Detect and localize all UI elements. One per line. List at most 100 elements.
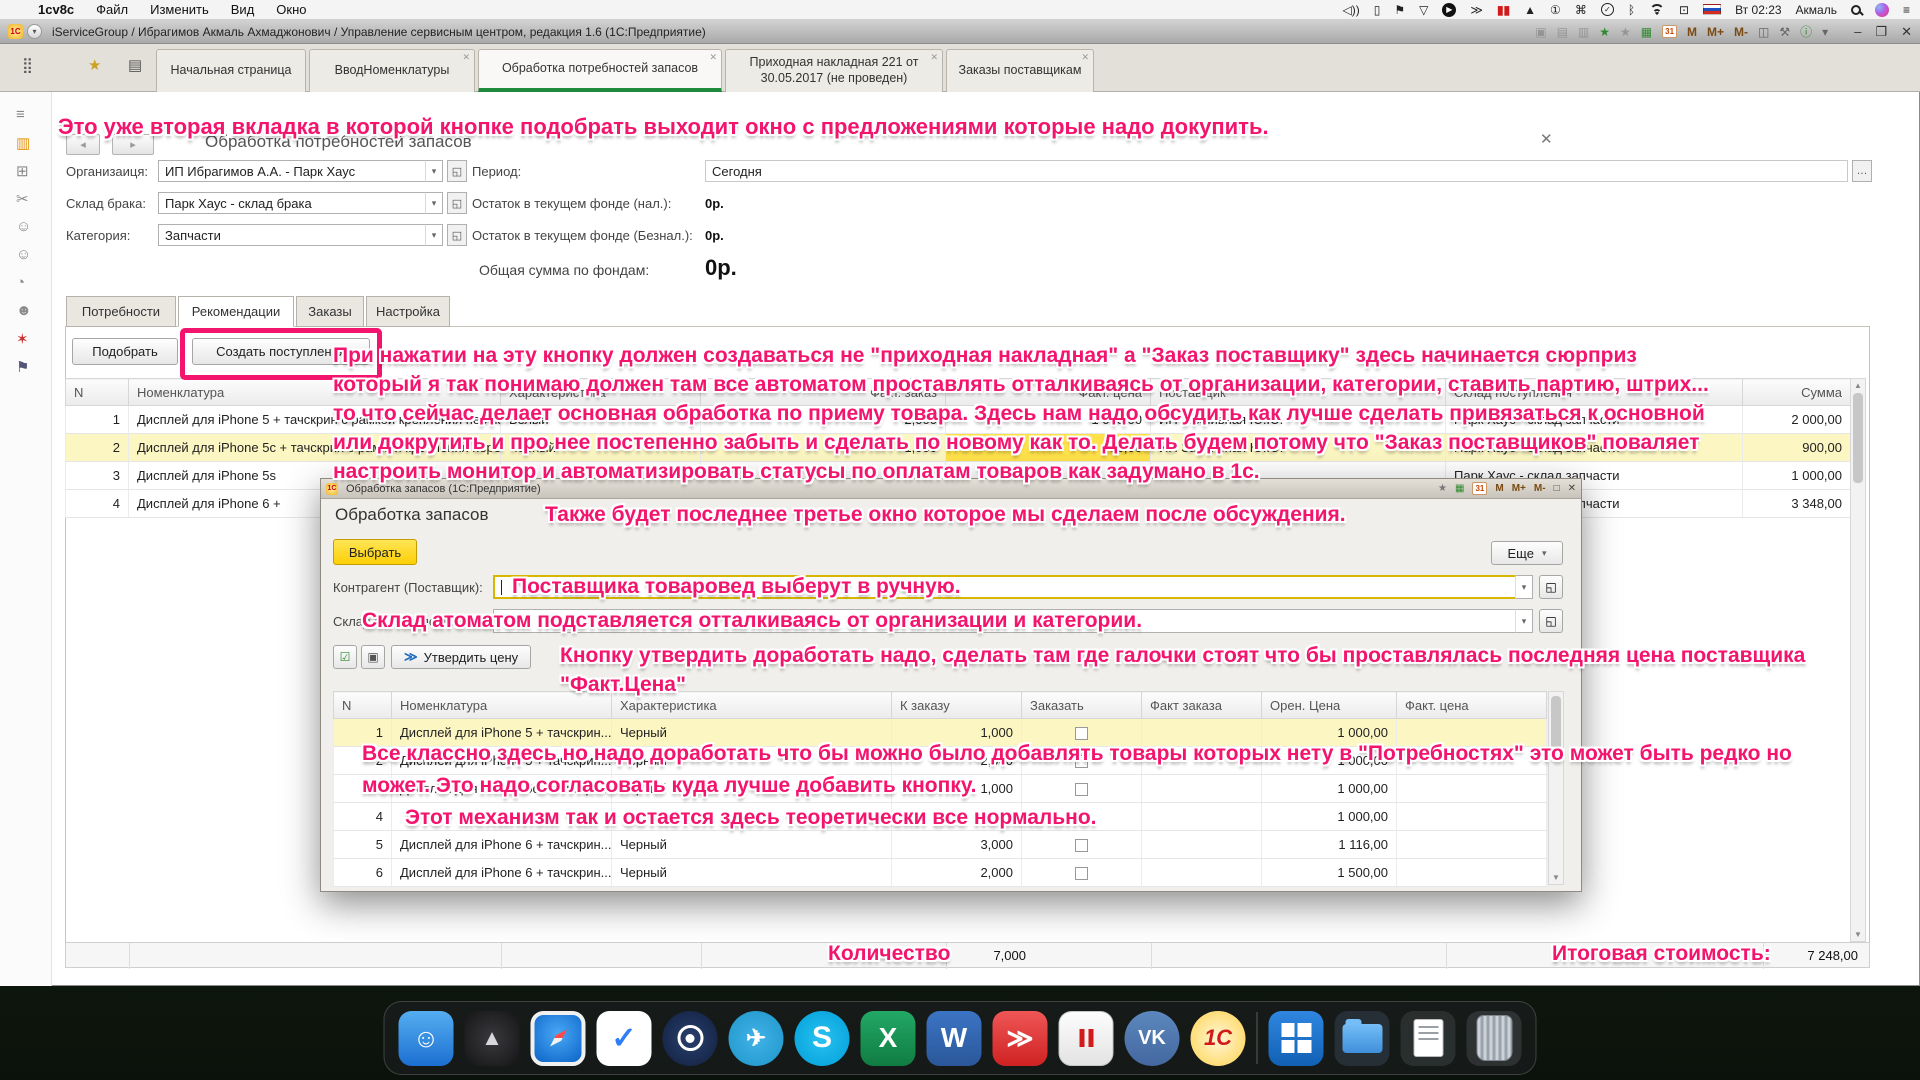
tab-close-icon[interactable]: ✕ xyxy=(709,52,717,63)
info-icon[interactable]: ⓘ xyxy=(1800,23,1812,40)
menu-app-name[interactable]: 1cv8c xyxy=(38,2,74,17)
dock-safari-icon[interactable] xyxy=(531,1011,586,1066)
dialog-maximize-button[interactable]: □ xyxy=(1554,483,1560,494)
period-more-button[interactable]: … xyxy=(1852,160,1872,182)
dock-reader-app-icon[interactable]: ≫ xyxy=(993,1011,1048,1066)
menu-view[interactable]: Вид xyxy=(231,2,255,17)
dock-1c-icon[interactable]: 1С xyxy=(1191,1011,1246,1066)
dock-1password-icon[interactable] xyxy=(663,1011,718,1066)
dialog-mplus-button[interactable]: M+ xyxy=(1512,483,1526,494)
dock-finder-icon[interactable]: ☺ xyxy=(399,1011,454,1066)
dock-excel-icon[interactable]: X xyxy=(861,1011,916,1066)
check-all-icon[interactable]: ☑ xyxy=(333,645,357,669)
menu-file[interactable]: Файл xyxy=(96,2,128,17)
tab-needs[interactable]: Потребности xyxy=(66,296,176,327)
apps-grid-icon[interactable]: ⣿ xyxy=(22,56,33,74)
cell-order-checkbox[interactable] xyxy=(1022,859,1142,887)
warehouse-receipt-dropdown-icon[interactable]: ▾ xyxy=(1515,609,1533,633)
volume-icon[interactable]: ◁)) xyxy=(1343,4,1360,16)
chevron-down-icon[interactable]: ▽ xyxy=(1419,4,1428,16)
col-oren-price[interactable]: Орен. Цена xyxy=(1262,692,1397,719)
approve-price-button[interactable]: ≫ Утвердить цену xyxy=(391,645,531,669)
dock-skype-icon[interactable]: S xyxy=(795,1011,850,1066)
org-field[interactable]: ИП Ибрагимов А.А. - Парк Хаус xyxy=(158,160,426,182)
col-n[interactable]: N xyxy=(334,692,392,719)
tab-close-icon[interactable]: ✕ xyxy=(1081,52,1089,63)
history-clipboard-icon[interactable]: ▤ xyxy=(128,56,142,74)
col-order-check[interactable]: Заказать xyxy=(1022,692,1142,719)
menu-hamburger-icon[interactable]: ≡ xyxy=(16,106,25,123)
tab-close-icon[interactable]: ✕ xyxy=(930,52,938,63)
dialog-close-button[interactable]: ✕ xyxy=(1568,483,1576,494)
grid-list-icon[interactable]: ⊞ xyxy=(16,162,29,180)
double-chevron-icon[interactable]: ≫ xyxy=(1470,4,1483,16)
device-icon[interactable]: ▯ xyxy=(1374,4,1381,16)
memory-mplus-button[interactable]: M+ xyxy=(1707,25,1724,39)
contragent-dropdown-icon[interactable]: ▾ xyxy=(1515,575,1533,599)
dock-presentation-app-icon[interactable] xyxy=(1059,1011,1114,1066)
dock-windows-app-icon[interactable] xyxy=(1269,1011,1324,1066)
basket-icon[interactable]: ▥ xyxy=(16,134,30,152)
col-n[interactable]: N xyxy=(66,379,129,406)
minimize-button[interactable]: – xyxy=(1854,24,1861,40)
calculator-icon[interactable]: ▦ xyxy=(1641,25,1652,39)
col-to-order[interactable]: К заказу xyxy=(892,692,1022,719)
tools-icon[interactable]: ✂ xyxy=(16,190,29,208)
pie-circle-icon[interactable]: ◔ xyxy=(16,274,25,291)
table-row[interactable]: 6 Дисплей для iPhone 6 + тачскрин... Чер… xyxy=(334,859,1547,887)
dock-word-icon[interactable]: W xyxy=(927,1011,982,1066)
print-icon[interactable]: ▤ xyxy=(1557,25,1568,39)
titlebar-dropdown-icon[interactable]: ▾ xyxy=(27,24,42,39)
dock-vk-icon[interactable]: VK xyxy=(1125,1011,1180,1066)
save-icon[interactable]: ▣ xyxy=(1535,25,1546,39)
warehouse-dropdown-icon[interactable]: ▾ xyxy=(425,192,443,214)
siri-icon[interactable] xyxy=(1875,3,1889,17)
warehouse-open-icon[interactable]: ◱ xyxy=(447,192,467,214)
menu-edit[interactable]: Изменить xyxy=(150,2,209,17)
check-circle-icon[interactable]: ✓ xyxy=(1601,3,1614,16)
pick-button[interactable]: Подобрать xyxy=(72,338,178,365)
drive-icon[interactable]: ▲ xyxy=(1524,4,1536,16)
spotlight-search-icon[interactable] xyxy=(1851,5,1861,15)
category-dropdown-icon[interactable]: ▾ xyxy=(425,224,443,246)
split-window-icon[interactable]: ◫ xyxy=(1758,25,1769,39)
restore-button[interactable]: ❐ xyxy=(1875,24,1887,40)
dialog-calculator-icon[interactable]: ▦ xyxy=(1455,483,1464,494)
defect-warehouse-field[interactable]: Парк Хаус - склад брака xyxy=(158,192,426,214)
contragent-open-icon[interactable]: ◱ xyxy=(1539,575,1563,599)
dialog-m-button[interactable]: M xyxy=(1495,483,1503,494)
tab-stock-needs[interactable]: Обработка потребностей запасов ✕ xyxy=(478,49,722,92)
dock-telegram-icon[interactable]: ✈ xyxy=(729,1011,784,1066)
settings-wrench-icon[interactable]: ⚒ xyxy=(1779,25,1790,39)
tab-close-icon[interactable]: ✕ xyxy=(462,52,470,63)
tab-recommendations[interactable]: Рекомендации xyxy=(178,296,294,327)
favorites-icon[interactable]: ★ xyxy=(1620,25,1631,39)
select-button[interactable]: Выбрать xyxy=(333,539,417,565)
bluetooth-icon[interactable]: ᛒ xyxy=(1628,4,1635,16)
info-dropdown-icon[interactable]: ▾ xyxy=(1822,25,1828,39)
close-window-button[interactable]: ✕ xyxy=(1901,24,1912,40)
add-favorite-icon[interactable]: ★ xyxy=(1599,25,1610,39)
dock-folder-icon[interactable] xyxy=(1335,1011,1390,1066)
pause-icon[interactable]: ▮▮ xyxy=(1497,4,1510,16)
memory-mminus-button[interactable]: M- xyxy=(1734,25,1748,39)
category-open-icon[interactable]: ◱ xyxy=(447,224,467,246)
tab-supplier-orders[interactable]: Заказы поставщикам ✕ xyxy=(946,49,1094,92)
col-sum[interactable]: Сумма xyxy=(1743,379,1851,406)
org-open-icon[interactable]: ◱ xyxy=(447,160,467,182)
menubar-clock[interactable]: Вт 02:23 xyxy=(1735,3,1781,17)
person-icon[interactable]: ☺ xyxy=(16,218,31,235)
dialog-table-scrollbar[interactable]: ▼ xyxy=(1548,691,1564,885)
dock-things-icon[interactable]: ✓ xyxy=(597,1011,652,1066)
dock-trash-icon[interactable] xyxy=(1467,1011,1522,1066)
dialog-calendar-icon[interactable]: 31 xyxy=(1472,482,1487,495)
dock-documents-icon[interactable] xyxy=(1401,1011,1456,1066)
favorites-star-icon[interactable]: ★ xyxy=(88,56,101,74)
memory-m-button[interactable]: M xyxy=(1687,25,1697,39)
tab-home[interactable]: Начальная страница xyxy=(156,49,306,92)
command-key-icon[interactable]: ⌘ xyxy=(1575,4,1587,16)
col-fact-order[interactable]: Факт заказа xyxy=(1142,692,1262,719)
cell-order-checkbox[interactable] xyxy=(1022,775,1142,803)
flag-icon[interactable]: ⚑ xyxy=(16,358,29,376)
calendar-icon[interactable]: 31 xyxy=(1662,25,1677,38)
